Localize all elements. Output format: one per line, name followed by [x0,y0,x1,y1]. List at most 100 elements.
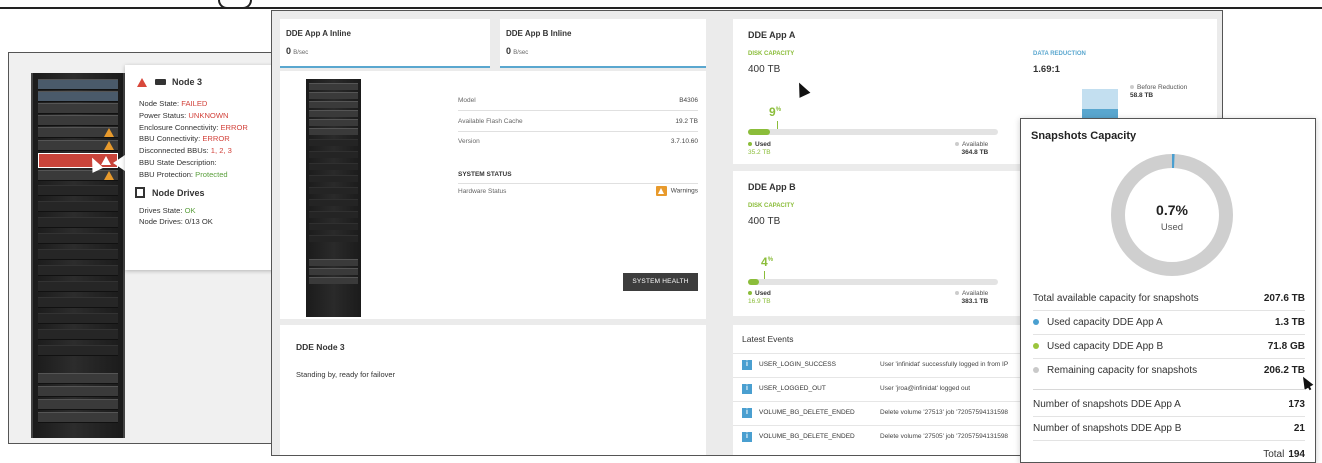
hardware-status-label: Hardware Status [458,188,507,195]
divider [458,110,698,111]
capacity-bar-fill [748,279,759,285]
snapshots-donut-chart: 0.7% Used [1109,152,1235,278]
snapshots-total: Total 194 [1263,449,1305,460]
used-percent: 0.7% [1156,202,1188,218]
version-label: Version [458,138,480,145]
rack-unit [38,345,118,356]
disconnected-bbus-value: 1, 2, 3 [210,146,232,156]
rack-unit-warning[interactable] [38,170,118,181]
event-type: VOLUME_BG_DELETE_ENDED [759,409,855,416]
drives-state-value: OK [184,205,196,215]
inline-card-app-a[interactable]: DDE App A Inline 0 B/sec [280,19,490,68]
event-type: VOLUME_BG_DELETE_ENDED [759,433,855,440]
system-info-card: Model B4306 Available Flash Cache 19.2 T… [280,71,706,319]
node-state-value: FAILED [181,99,208,108]
event-row[interactable]: i USER_LOGIN_SUCCESS User 'infinidat' succ… [733,353,1033,377]
event-type: USER_LOGGED_OUT [759,385,826,392]
node-state-row: Node State: FAILED [139,99,208,108]
bbu-protection-row: BBU Protection: Protected [139,169,228,179]
rack-unit-node3-failed[interactable] [38,153,118,168]
snapshots-capacity-popup: Snapshots Capacity 0.7% Used Total avail… [1020,118,1316,463]
app-title: DDE App A [748,30,796,40]
rack-unit[interactable] [38,115,118,126]
rack-unit[interactable] [38,79,118,90]
divider [1033,389,1305,390]
before-reduction-legend: Before Reduction 58.8 TB [1130,84,1188,99]
inline-card-underline [280,66,490,68]
node-popup-header: Node 3 [137,75,279,89]
event-row[interactable]: i VOLUME_BG_DELETE_ENDED Delete volume '27… [733,401,1033,425]
event-type: USER_LOGIN_SUCCESS [759,361,836,368]
node-popup-title: Node 3 [172,77,203,87]
rack-unit [38,297,118,308]
rack-unit [38,233,118,244]
rack-image [31,73,125,438]
top-divider-line [0,7,1322,9]
rack-unit [38,185,118,196]
top-partial-logo [218,0,252,9]
system-rack-image [306,79,361,317]
rack-view-panel: Node 3 Node State: FAILED Power Status: … [8,52,286,444]
bbu-protection-value: Protected [195,169,228,179]
before-dot-icon [1130,85,1134,90]
info-icon: i [742,384,752,394]
enclosure-connectivity-value: ERROR [220,122,248,132]
divider [458,131,698,132]
rack-unit[interactable] [38,386,118,397]
warning-icon [137,77,147,87]
used-percent: 9% [769,105,782,119]
warning-icon [101,156,111,165]
model-label: Model [458,97,476,104]
data-reduction-ratio: 1.69:1 [1033,64,1060,75]
used-dot-icon [748,142,752,147]
system-health-button[interactable]: SYSTEM HEALTH [623,273,698,291]
server-node-icon [155,79,166,85]
rack-unit [38,201,118,212]
disk-capacity-label: DISK CAPACITY [748,203,795,209]
hardware-status-value[interactable]: Warnings [655,186,698,196]
data-reduction-label: DATA REDUCTION [1033,51,1086,57]
used-label: Used [1160,222,1184,233]
power-status-row: Power Status: UNKNOWN [139,110,229,120]
capacity-bar-fill [748,129,770,135]
bbu-state-description-row: BBU State Description: [139,157,217,167]
node-card-title: DDE Node 3 [296,342,345,352]
rack-unit[interactable] [38,103,118,114]
app-b-dot-icon [1033,343,1039,350]
model-value: B4306 [679,97,698,104]
events-title: Latest Events [742,334,794,344]
latest-events-card: Latest Events i USER_LOGIN_SUCCESS User 'i… [733,325,1033,455]
info-icon: i [742,432,752,442]
event-row[interactable]: i VOLUME_BG_DELETE_ENDED Delete volume '27… [733,425,1033,449]
inline-card-app-b[interactable]: DDE App B Inline 0 B/sec [500,19,706,68]
flash-cache-label: Available Flash Cache [458,118,523,125]
remaining-dot-icon [1033,367,1039,374]
mouse-pointer-icon [1298,374,1314,390]
rack-unit[interactable] [38,412,118,423]
event-message: User 'jroa@infinidat' logged out [880,385,971,392]
disk-capacity-value: 400 TB [748,64,781,75]
used-app-b-row: Used capacity DDE App B 71.8 GB [1033,335,1305,359]
rack-unit[interactable] [38,373,118,384]
used-app-a-row: Used capacity DDE App A 1.3 TB [1033,311,1305,335]
event-row[interactable]: i USER_LOGGED_OUT User 'jroa@infinidat' lo… [733,377,1033,401]
available-legend: Available 383.1 TB [955,290,988,306]
event-message: Delete volume '27505' job '7205759413159… [880,433,1009,440]
rack-unit[interactable] [38,91,118,102]
divider [458,183,698,184]
used-legend: Used 35.2 TB [748,141,771,156]
node-details-popup: Node 3 Node State: FAILED Power Status: … [125,65,279,270]
rack-unit[interactable] [38,399,118,410]
rack-unit-warning[interactable] [38,140,118,151]
power-status-value: UNKNOWN [188,110,229,120]
rack-unit [38,249,118,260]
app-b-capacity-card[interactable]: DDE App B DISK CAPACITY 400 TB 4% Used 16… [733,171,1033,316]
disk-capacity-value: 400 TB [748,216,781,227]
remaining-row: Remaining capacity for snapshots 206.2 TB [1033,359,1305,383]
drives-state-row: Drives State: OK [139,205,196,215]
snapshots-count-app-b-row: Number of snapshots DDE App B 21 [1033,417,1305,441]
popup-pointer [113,155,125,171]
available-dot-icon [955,291,959,296]
event-message: Delete volume '27513' job '7205759413159… [880,409,1009,416]
rack-unit-warning[interactable] [38,127,118,138]
